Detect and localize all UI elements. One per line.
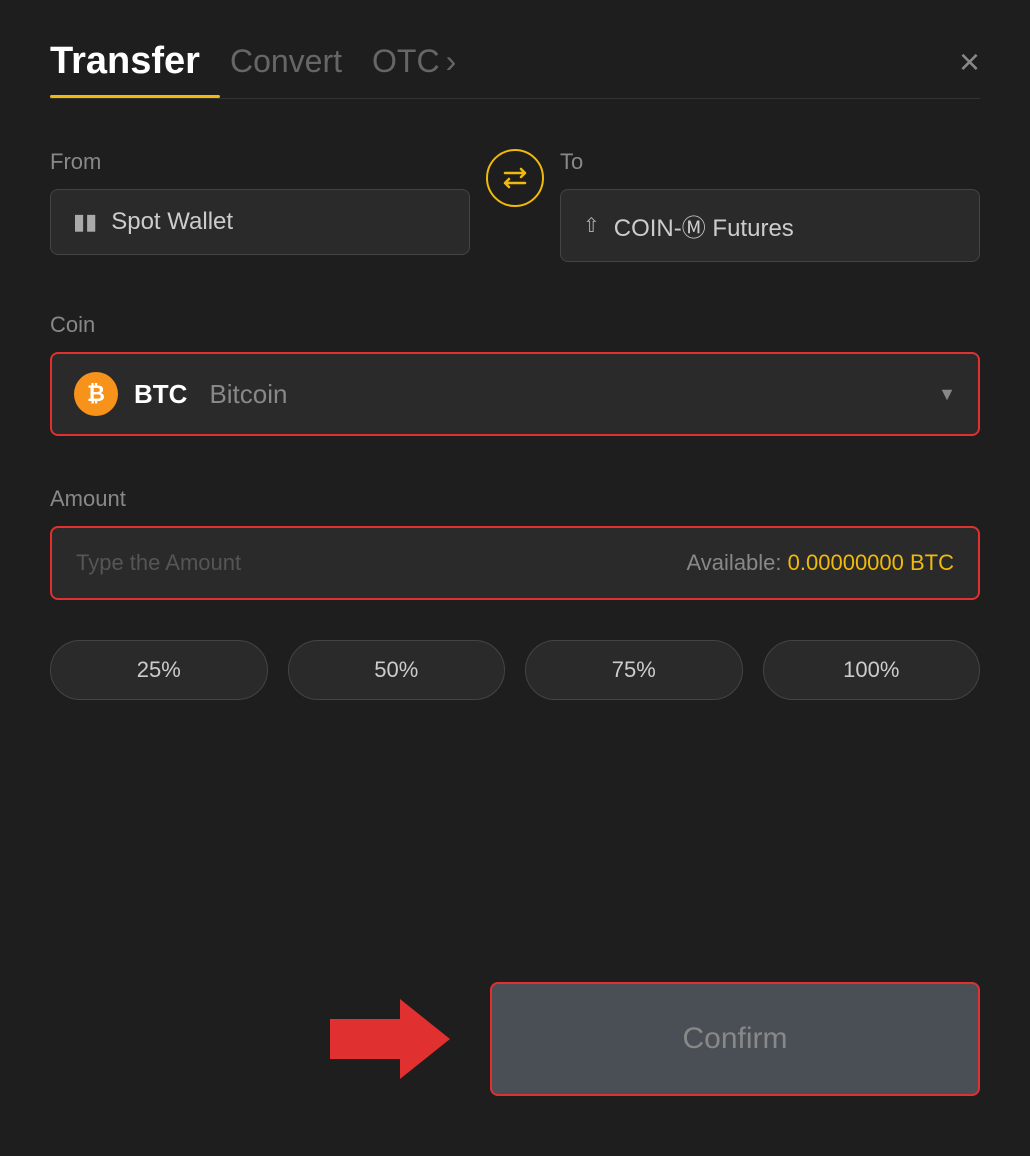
percent-25-button[interactable]: 25% (50, 640, 268, 700)
swap-button[interactable] (486, 149, 544, 207)
arrow-indicator-icon (330, 989, 450, 1089)
confirm-button[interactable]: Confirm (490, 982, 980, 1096)
tab-convert[interactable]: Convert (230, 43, 342, 80)
transfer-modal: Transfer Convert OTC › × From ▮▮ Spot Wa… (0, 0, 1030, 1156)
tab-otc[interactable]: OTC › (372, 43, 456, 80)
wallet-card-icon: ▮▮ (73, 209, 97, 235)
amount-box: Available: 0.00000000 BTC (50, 526, 980, 600)
available-value: 0.00000000 BTC (788, 550, 954, 575)
amount-input[interactable] (76, 550, 276, 576)
dropdown-chevron-icon: ▼ (938, 384, 956, 405)
coin-dropdown[interactable]: ₿ BTC Bitcoin ▼ (50, 352, 980, 436)
to-wallet-selector[interactable]: ⇧ COIN-Ⓜ Futures (560, 189, 980, 262)
coin-label: Coin (50, 312, 980, 338)
amount-label: Amount (50, 486, 980, 512)
swap-button-container (470, 149, 560, 217)
from-label: From (50, 149, 470, 175)
swap-icon (501, 167, 529, 189)
available-label: Available: (687, 550, 782, 575)
modal-header: Transfer Convert OTC › × (50, 40, 980, 83)
otc-chevron-icon: › (446, 43, 457, 80)
coin-full-name: Bitcoin (209, 379, 287, 410)
available-text: Available: 0.00000000 BTC (687, 550, 954, 576)
from-wallet-name: Spot Wallet (111, 208, 233, 236)
from-column: From ▮▮ Spot Wallet (50, 149, 470, 255)
header-divider (50, 98, 980, 99)
coin-symbol: BTC (134, 379, 187, 410)
percent-75-button[interactable]: 75% (525, 640, 743, 700)
coin-section: Coin ₿ BTC Bitcoin ▼ (50, 312, 980, 436)
to-column: To ⇧ COIN-Ⓜ Futures (560, 149, 980, 262)
percent-50-button[interactable]: 50% (288, 640, 506, 700)
to-wallet-name: COIN-Ⓜ Futures (614, 208, 794, 243)
tab-transfer[interactable]: Transfer (50, 40, 200, 83)
confirm-area: Confirm (50, 982, 980, 1096)
to-label: To (560, 149, 980, 175)
percent-row: 25% 50% 75% 100% (50, 640, 980, 700)
from-wallet-selector[interactable]: ▮▮ Spot Wallet (50, 189, 470, 255)
from-to-section: From ▮▮ Spot Wallet To ⇧ COIN-Ⓜ Futures (50, 149, 980, 262)
percent-100-button[interactable]: 100% (763, 640, 981, 700)
close-button[interactable]: × (959, 44, 980, 80)
btc-icon: ₿ (74, 372, 118, 416)
futures-icon: ⇧ (583, 213, 600, 238)
amount-section: Amount Available: 0.00000000 BTC (50, 486, 980, 600)
